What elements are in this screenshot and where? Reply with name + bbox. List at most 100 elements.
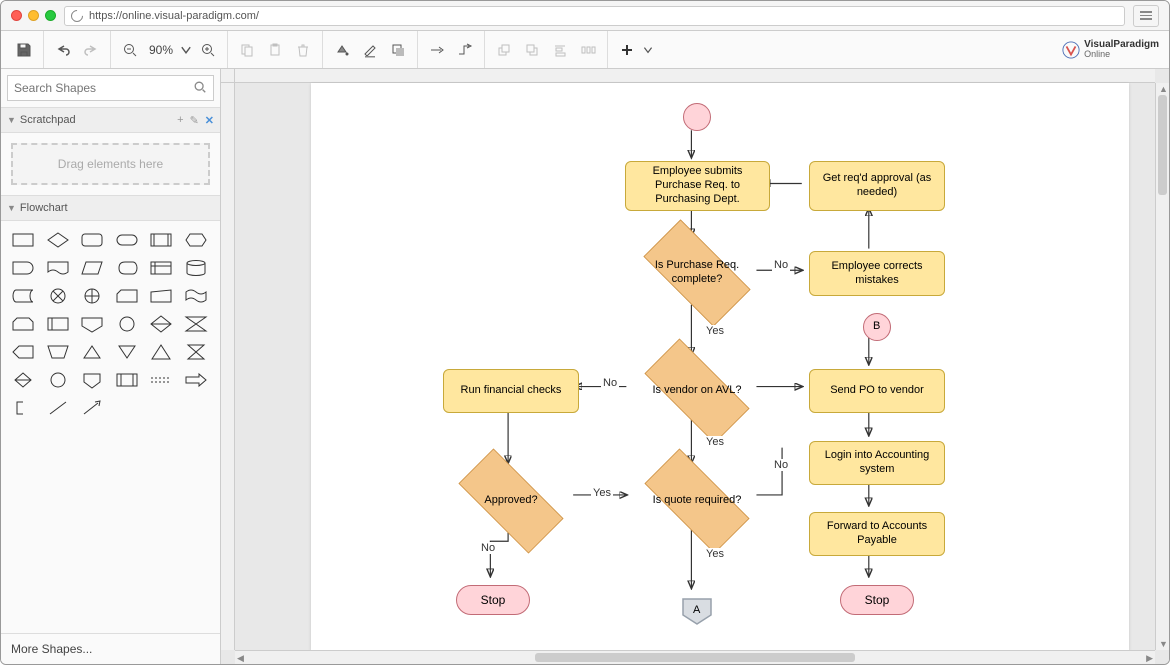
insert-dropdown[interactable] xyxy=(642,37,654,63)
shape-hourglass[interactable] xyxy=(182,341,210,363)
shape-offpage2[interactable] xyxy=(9,369,37,391)
shape-extract[interactable] xyxy=(78,341,106,363)
waypoint-style-button[interactable] xyxy=(452,37,478,63)
scroll-up-icon[interactable]: ▲ xyxy=(1159,84,1168,94)
scroll-thumb-h[interactable] xyxy=(535,653,855,662)
copy-button[interactable] xyxy=(234,37,260,63)
shape-collate[interactable] xyxy=(182,313,210,335)
shape-summing[interactable] xyxy=(44,285,72,307)
scroll-left-icon[interactable]: ◀ xyxy=(237,653,244,664)
shape-annotation[interactable] xyxy=(9,397,37,419)
shape-database[interactable] xyxy=(182,257,210,279)
shape-merge[interactable] xyxy=(113,341,141,363)
more-shapes-button[interactable]: More Shapes... xyxy=(1,633,220,664)
menu-button[interactable] xyxy=(1133,5,1159,27)
minimize-window-button[interactable] xyxy=(28,10,39,21)
shape-bus[interactable] xyxy=(147,369,175,391)
shape-stored[interactable] xyxy=(9,285,37,307)
drawing-page[interactable]: Employee submits Purchase Req. to Purcha… xyxy=(311,83,1129,650)
search-shapes-box[interactable] xyxy=(7,75,214,101)
align-button[interactable] xyxy=(547,37,573,63)
shape-subprocess[interactable] xyxy=(147,229,175,251)
shape-process[interactable] xyxy=(9,229,37,251)
start-node[interactable] xyxy=(683,103,711,131)
reload-icon[interactable] xyxy=(69,7,86,24)
process-send-po[interactable]: Send PO to vendor xyxy=(809,369,945,413)
decision-vendor-avl[interactable]: Is vendor on AVL? xyxy=(631,358,763,424)
shape-tape[interactable] xyxy=(182,285,210,307)
shape-connector[interactable] xyxy=(113,313,141,335)
shape-card[interactable] xyxy=(113,285,141,307)
paste-button[interactable] xyxy=(262,37,288,63)
shape-manual-op[interactable] xyxy=(44,341,72,363)
zoom-dropdown[interactable] xyxy=(179,37,193,63)
shape-sort[interactable] xyxy=(147,313,175,335)
shape-circle[interactable] xyxy=(44,369,72,391)
search-icon[interactable] xyxy=(193,80,207,97)
decision-approved[interactable]: Approved? xyxy=(445,468,577,534)
shape-internal[interactable] xyxy=(147,257,175,279)
distribute-button[interactable] xyxy=(575,37,601,63)
scratchpad-header[interactable]: ▼ Scratchpad + ✎ ✕ xyxy=(1,107,220,133)
address-bar[interactable]: https://online.visual-paradigm.com/ xyxy=(64,6,1125,26)
zoom-in-button[interactable] xyxy=(195,37,221,63)
shape-container[interactable] xyxy=(113,369,141,391)
to-back-button[interactable] xyxy=(519,37,545,63)
shape-line[interactable] xyxy=(44,397,72,419)
shape-offpage[interactable] xyxy=(78,313,106,335)
fill-color-button[interactable] xyxy=(329,37,355,63)
flowchart-header[interactable]: ▼ Flowchart xyxy=(1,195,220,221)
brand-logo[interactable]: VisualParadigm Online xyxy=(1062,40,1159,60)
process-financial-checks[interactable]: Run financial checks xyxy=(443,369,579,413)
shape-data[interactable] xyxy=(78,257,106,279)
search-shapes-input[interactable] xyxy=(14,81,193,95)
shape-display2[interactable] xyxy=(9,341,37,363)
shape-decision[interactable] xyxy=(44,229,72,251)
decision-req-complete[interactable]: Is Purchase Req. complete? xyxy=(631,238,763,308)
scroll-right-icon[interactable]: ▶ xyxy=(1146,653,1153,664)
shape-predefined[interactable] xyxy=(44,313,72,335)
zoom-level[interactable]: 90% xyxy=(145,43,177,57)
shape-arrow[interactable] xyxy=(182,369,210,391)
shape-or[interactable] xyxy=(78,285,106,307)
scroll-down-icon[interactable]: ▼ xyxy=(1159,639,1168,649)
insert-button[interactable] xyxy=(614,37,640,63)
shape-terminator[interactable] xyxy=(113,229,141,251)
shape-triangle[interactable] xyxy=(147,341,175,363)
process-employee-submits[interactable]: Employee submits Purchase Req. to Purcha… xyxy=(625,161,770,211)
connection-style-button[interactable] xyxy=(424,37,450,63)
to-front-button[interactable] xyxy=(491,37,517,63)
shadow-button[interactable] xyxy=(385,37,411,63)
process-forward-ap[interactable]: Forward to Accounts Payable xyxy=(809,512,945,556)
shape-pentagon[interactable] xyxy=(78,369,106,391)
zoom-out-button[interactable] xyxy=(117,37,143,63)
shape-delay[interactable] xyxy=(9,257,37,279)
edit-scratchpad-icon[interactable]: ✎ xyxy=(190,114,199,127)
save-button[interactable] xyxy=(11,37,37,63)
maximize-window-button[interactable] xyxy=(45,10,56,21)
add-scratchpad-icon[interactable]: + xyxy=(177,114,183,127)
scroll-thumb-v[interactable] xyxy=(1158,95,1167,195)
delete-button[interactable] xyxy=(290,37,316,63)
shape-arrow-line[interactable] xyxy=(78,397,106,419)
connector-a[interactable]: A xyxy=(681,597,713,625)
connector-b[interactable]: B xyxy=(863,313,891,341)
process-correct-mistakes[interactable]: Employee corrects mistakes xyxy=(809,251,945,296)
stop-node-2[interactable]: Stop xyxy=(840,585,914,615)
undo-button[interactable] xyxy=(50,37,76,63)
decision-quote-required[interactable]: Is quote required? xyxy=(631,468,763,534)
close-window-button[interactable] xyxy=(11,10,22,21)
shape-rounded[interactable] xyxy=(78,229,106,251)
scratchpad-dropzone[interactable]: Drag elements here xyxy=(11,143,210,185)
close-scratchpad-icon[interactable]: ✕ xyxy=(205,114,214,127)
shape-document[interactable] xyxy=(44,257,72,279)
vertical-scrollbar[interactable]: ▲ ▼ xyxy=(1155,83,1169,650)
process-login-accounting[interactable]: Login into Accounting system xyxy=(809,441,945,485)
shape-preparation[interactable] xyxy=(182,229,210,251)
shape-loop-limit[interactable] xyxy=(9,313,37,335)
shape-display[interactable] xyxy=(113,257,141,279)
process-get-approval[interactable]: Get req'd approval (as needed) xyxy=(809,161,945,211)
shape-manual[interactable] xyxy=(147,285,175,307)
canvas-area[interactable]: Employee submits Purchase Req. to Purcha… xyxy=(221,69,1169,664)
redo-button[interactable] xyxy=(78,37,104,63)
